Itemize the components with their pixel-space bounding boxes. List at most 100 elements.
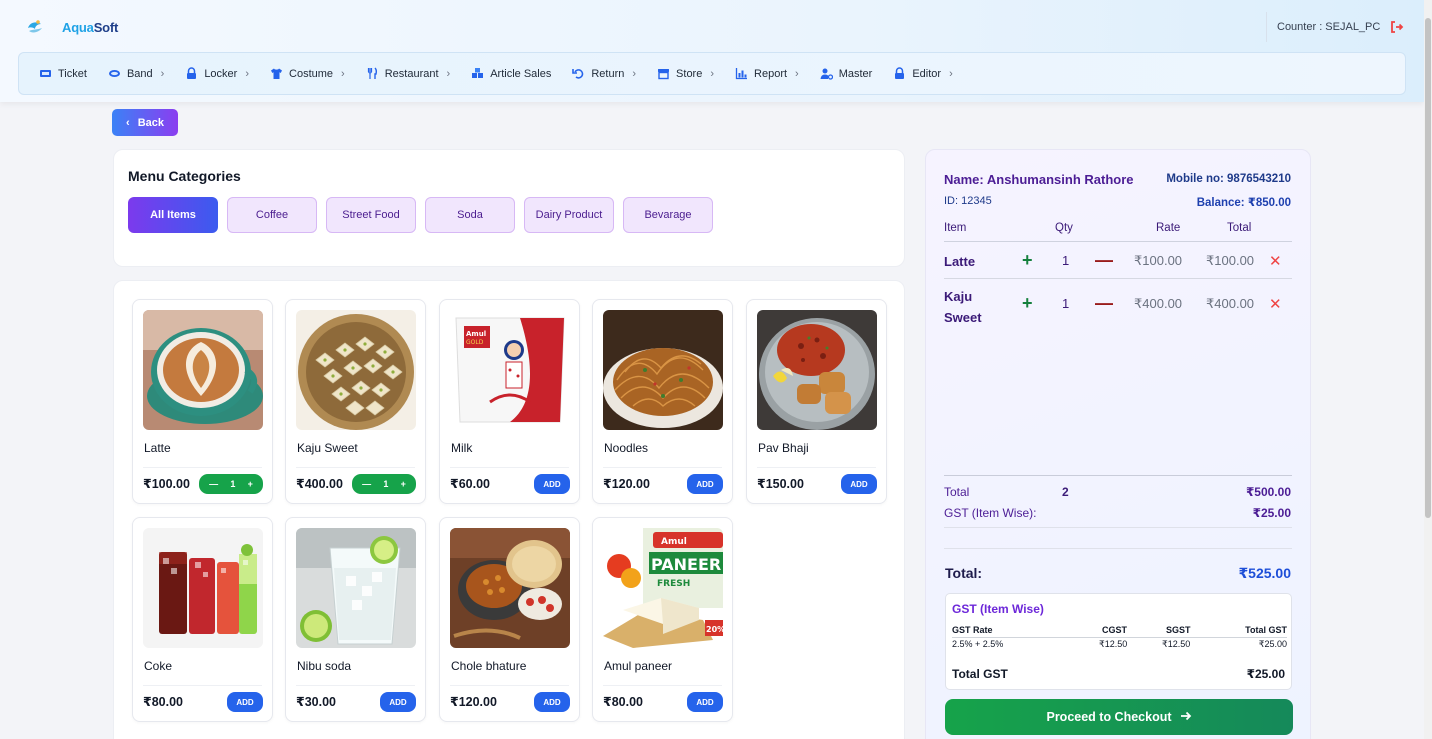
nav-item-label: Editor [912,67,942,80]
nav-item-editor[interactable]: Editor › [893,67,953,80]
header-rate: Rate [1156,222,1181,234]
nav-item-band[interactable]: Band › [108,67,164,80]
categories-title: Menu Categories [128,168,241,184]
product-price: ₹60.00 [450,477,490,491]
nav-item-label: Store [676,67,703,80]
add-button[interactable]: ADD [534,692,570,712]
product-card[interactable]: Coke ₹80.00 ADD [132,517,273,722]
cart-item-qty: 1 [1062,253,1070,268]
category-coffee[interactable]: Coffee [227,197,317,233]
decrement-button[interactable]: — [209,479,218,489]
scrollbar-thumb[interactable] [1425,18,1431,518]
nav-item-article-sales[interactable]: Article Sales [471,67,551,80]
customer-name: Name: Anshumansinh Rathore [944,172,1134,187]
nav-item-label: Locker [204,67,238,80]
user-cog-icon [820,67,833,80]
category-dairy-product[interactable]: Dairy Product [524,197,614,233]
card-divider [757,467,876,468]
chevron-right-icon: › [710,67,715,80]
nav-item-ticket[interactable]: Ticket [39,67,87,80]
cubes-icon [471,67,484,80]
product-card[interactable]: Amul GOLD Milk ₹60.00 ADD [439,299,580,504]
svg-text:Amul: Amul [466,330,486,338]
decrement-button[interactable]: — [362,479,371,489]
menu-categories-panel: Menu Categories All Items Coffee Street Fo… [113,149,905,267]
nav-item-locker[interactable]: Locker › [185,67,249,80]
card-divider [603,467,722,468]
lock-icon [185,67,198,80]
nav-item-return[interactable]: Return › [572,67,636,80]
category-street-food[interactable]: Street Food [326,197,416,233]
back-button[interactable]: ‹ Back [112,109,178,136]
summary-divider [944,527,1292,528]
add-button[interactable]: ADD [380,692,416,712]
quantity-stepper: — 1 + [199,474,263,494]
app-logo[interactable]: AquaSoft [26,18,118,36]
header-item: Item [944,222,967,234]
product-card[interactable]: Amul PANEER FRESH 20% Amul paneer ₹80.00 ADD [592,517,733,722]
logout-icon[interactable] [1390,20,1404,34]
proceed-checkout-button[interactable]: Proceed to Checkout [945,699,1293,735]
summary-gst-label: GST (Item Wise): [944,506,1037,520]
gst-row-cgst: ₹12.50 [1099,639,1128,649]
product-card[interactable]: Pav Bhaji ₹150.00 ADD [746,299,887,504]
chart-icon [735,67,748,80]
summary-divider [944,475,1292,476]
utensils-icon [366,67,379,80]
grand-total-value: ₹525.00 [1238,565,1291,581]
header-total: Total [1227,222,1252,234]
gst-breakdown: GST (Item Wise) GST Rate CGST SGST Total… [945,593,1292,690]
add-button[interactable]: ADD [534,474,570,494]
product-card[interactable]: Chole bhature ₹120.00 ADD [439,517,580,722]
cart-item-rate: ₹100.00 [1134,253,1183,268]
header-qty: Qty [1055,222,1073,234]
minus-icon[interactable]: — [1095,250,1113,271]
add-button[interactable]: ADD [227,692,263,712]
card-divider [603,685,722,686]
gst-header-cgst: CGST [1102,625,1128,635]
category-bevarage[interactable]: Bevarage [623,197,713,233]
cart-item-name: Latte [944,254,976,269]
cart-item-rate: ₹400.00 [1134,296,1183,311]
increment-button[interactable]: + [401,479,406,489]
minus-icon[interactable]: — [1095,293,1113,314]
gst-row-rate: 2.5% + 2.5% [952,639,1004,649]
chevron-right-icon: › [341,67,345,80]
increment-button[interactable]: + [248,479,253,489]
page-scrollbar[interactable] [1424,0,1432,739]
nav-item-report[interactable]: Report › [735,67,799,80]
brand-name: AquaSoft [62,19,119,35]
plus-icon[interactable]: + [1022,250,1033,271]
gst-header-sgst: SGST [1166,625,1191,635]
add-button[interactable]: ADD [687,474,723,494]
chevron-right-icon: › [446,67,451,80]
remove-icon[interactable]: ✕ [1269,252,1282,270]
plus-icon[interactable]: + [1022,293,1033,314]
add-button[interactable]: ADD [687,692,723,712]
product-card[interactable]: Noodles ₹120.00 ADD [592,299,733,504]
product-card[interactable]: Kaju Sweet ₹400.00 — 1 + [285,299,426,504]
product-price: ₹80.00 [603,695,643,709]
remove-icon[interactable]: ✕ [1269,295,1282,313]
add-button[interactable]: ADD [841,474,877,494]
product-name: Noodles [604,441,649,455]
gst-row-sgst: ₹12.50 [1162,639,1191,649]
nav-item-costume[interactable]: Costume › [270,67,345,80]
summary-divider [944,548,1292,549]
chevron-right-icon: › [949,67,953,80]
product-card[interactable]: Latte ₹100.00 — 1 + [132,299,273,504]
product-price: ₹150.00 [757,477,804,491]
quantity-stepper: — 1 + [352,474,416,494]
cart-row-divider [944,278,1292,279]
category-soda[interactable]: Soda [425,197,515,233]
chevron-left-icon: ‹ [126,116,130,129]
cart-item-total: ₹400.00 [1206,296,1255,311]
nav-item-master[interactable]: Master [820,67,872,80]
main-nav: Ticket Band › Locker › Costume › Restaurant › Art… [18,52,1406,95]
nav-item-store[interactable]: Store › [657,67,714,80]
nav-item-restaurant[interactable]: Restaurant › [366,67,450,80]
milk-packet-image: Amul GOLD [450,310,570,430]
product-card[interactable]: Nibu soda ₹30.00 ADD [285,517,426,722]
category-all-items[interactable]: All Items [128,197,218,233]
cart-row: Latte +1 — ₹100.00 ₹100.00 ✕ [944,250,1292,278]
